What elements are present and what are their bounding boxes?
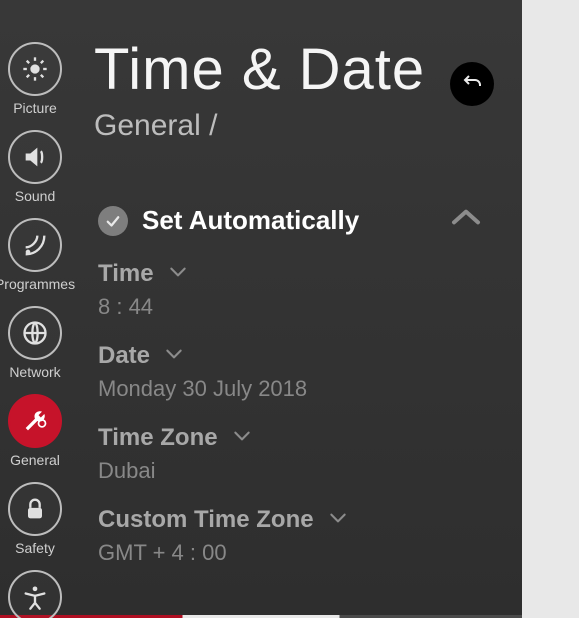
setting-title: Time bbox=[98, 260, 154, 288]
sidebar-label: Safety bbox=[15, 540, 55, 556]
page-title: Time & Date bbox=[94, 40, 502, 101]
settings-panel: Picture Sound Programmes Network General bbox=[0, 0, 522, 618]
wrench-gear-icon bbox=[8, 394, 62, 448]
setting-value: 8 : 44 bbox=[98, 294, 482, 320]
setting-value: Monday 30 July 2018 bbox=[98, 376, 482, 402]
setting-time[interactable]: Time 8 : 44 bbox=[98, 260, 482, 320]
brightness-icon bbox=[8, 42, 62, 96]
setting-date[interactable]: Date Monday 30 July 2018 bbox=[98, 342, 482, 402]
sidebar-label: Network bbox=[9, 364, 60, 380]
sidebar-label: Picture bbox=[13, 100, 57, 116]
back-arrow-icon bbox=[460, 70, 484, 99]
satellite-icon bbox=[8, 218, 62, 272]
setting-title: Custom Time Zone bbox=[98, 506, 314, 534]
sidebar-item-general[interactable]: General bbox=[8, 394, 62, 468]
settings-sidebar: Picture Sound Programmes Network General bbox=[0, 42, 70, 618]
chevron-down-icon bbox=[164, 347, 184, 366]
settings-list: Set Automatically Time 8 : 44 Date Monda… bbox=[98, 205, 482, 588]
globe-icon bbox=[8, 306, 62, 360]
sidebar-item-sound[interactable]: Sound bbox=[8, 130, 62, 204]
setting-value: GMT + 4 : 00 bbox=[98, 540, 482, 566]
set-automatically-label: Set Automatically bbox=[142, 205, 359, 236]
sidebar-item-safety[interactable]: Safety bbox=[8, 482, 62, 556]
speaker-icon bbox=[8, 130, 62, 184]
sidebar-item-picture[interactable]: Picture bbox=[8, 42, 62, 116]
setting-custom-time-zone[interactable]: Custom Time Zone GMT + 4 : 00 bbox=[98, 506, 482, 566]
set-automatically-toggle[interactable]: Set Automatically bbox=[98, 205, 482, 236]
setting-title: Time Zone bbox=[98, 424, 218, 452]
sidebar-label: Programmes bbox=[0, 276, 75, 292]
checkmark-icon bbox=[98, 206, 128, 236]
chevron-down-icon bbox=[328, 511, 348, 530]
sidebar-item-network[interactable]: Network bbox=[8, 306, 62, 380]
sidebar-label: General bbox=[10, 452, 60, 468]
setting-time-zone[interactable]: Time Zone Dubai bbox=[98, 424, 482, 484]
lock-icon bbox=[8, 482, 62, 536]
setting-title: Date bbox=[98, 342, 150, 370]
header: Time & Date General / bbox=[94, 40, 502, 143]
sidebar-label: Sound bbox=[15, 188, 55, 204]
breadcrumb: General / bbox=[94, 109, 502, 143]
sidebar-item-programmes[interactable]: Programmes bbox=[0, 218, 75, 292]
back-button[interactable] bbox=[450, 62, 494, 106]
setting-value: Dubai bbox=[98, 458, 482, 484]
sidebar-item-accessibility[interactable] bbox=[8, 570, 62, 618]
chevron-down-icon bbox=[232, 429, 252, 448]
chevron-down-icon bbox=[168, 265, 188, 284]
accessibility-icon bbox=[8, 570, 62, 618]
